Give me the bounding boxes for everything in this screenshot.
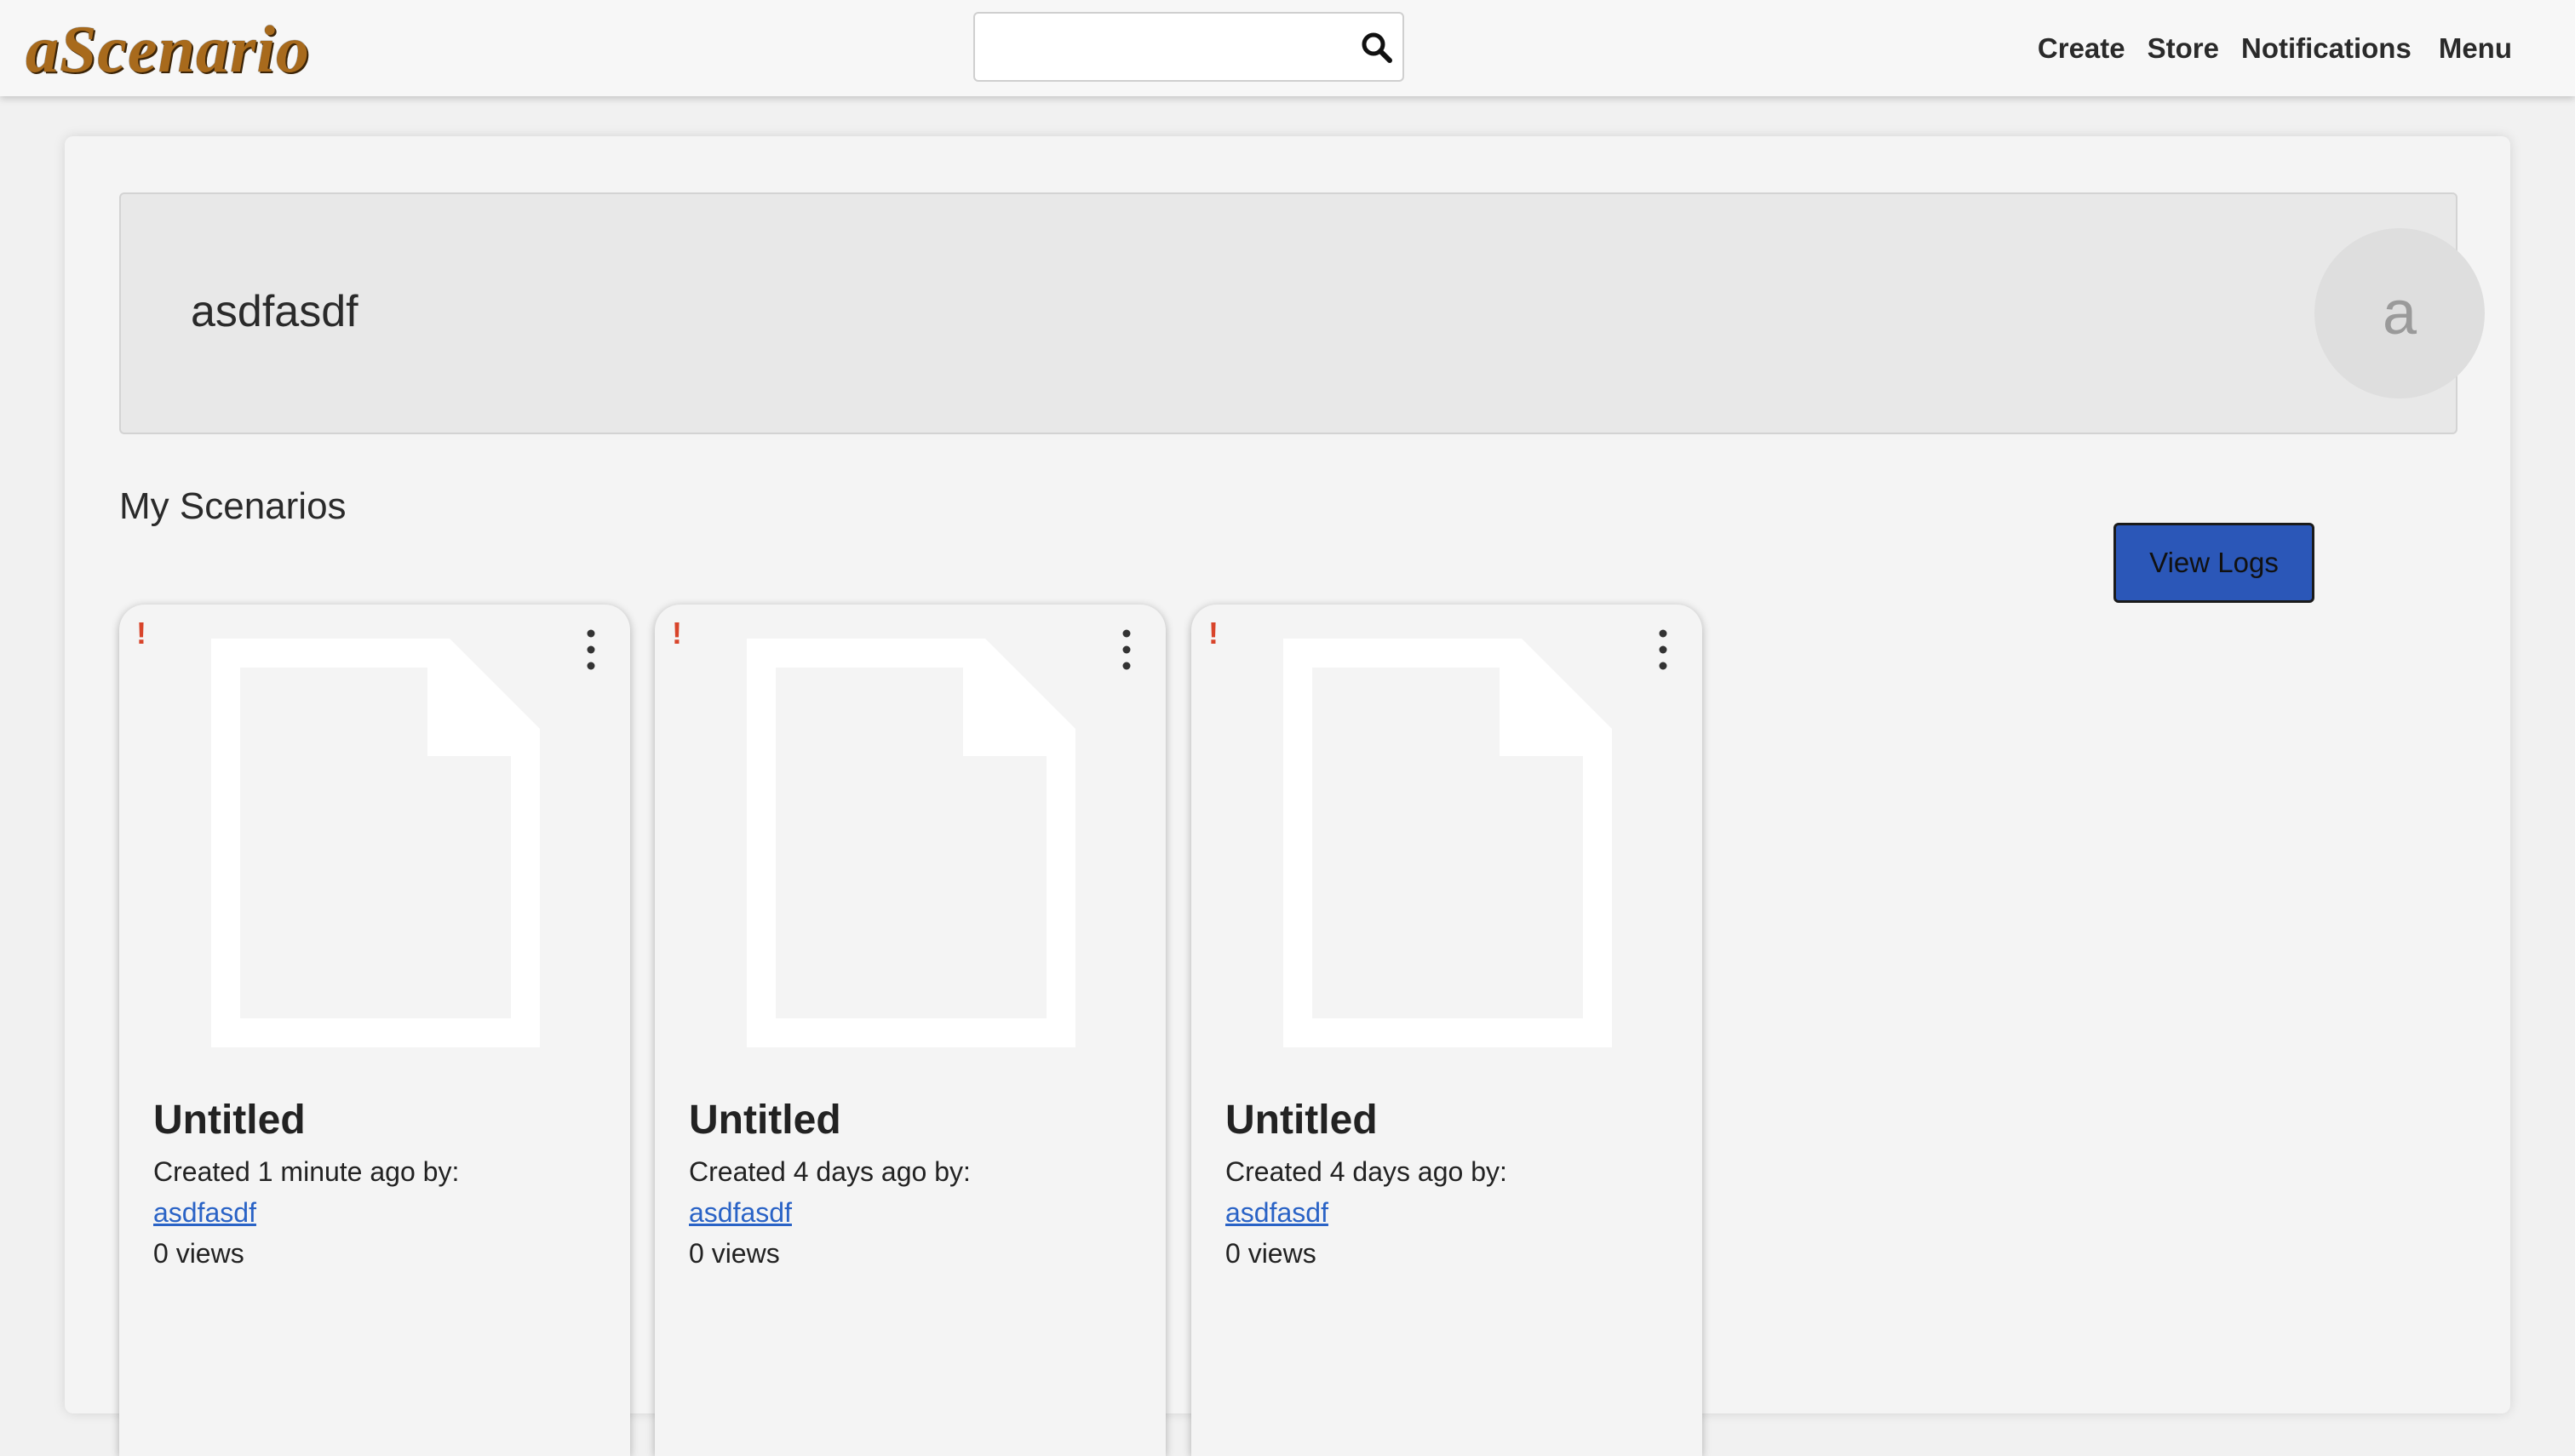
nav-create-link[interactable]: Create: [2038, 32, 2125, 65]
card-views: 0 views: [1225, 1238, 1316, 1269]
card-views: 0 views: [153, 1238, 244, 1269]
document-icon: [747, 639, 1075, 1047]
nav-store-link[interactable]: Store: [2148, 32, 2219, 65]
card-meta: Created 1 minute ago by: asdfasdf 0 view…: [153, 1151, 459, 1274]
card-created: Created 1 minute ago by:: [153, 1156, 460, 1187]
document-icon: [211, 639, 540, 1047]
view-logs-button[interactable]: View Logs: [2113, 523, 2314, 603]
card-title: Untitled: [689, 1098, 841, 1143]
exclamation-icon: !: [1208, 616, 1219, 651]
more-vertical-icon[interactable]: [1655, 628, 1672, 671]
exclamation-icon: !: [136, 616, 146, 651]
top-navbar: aScenario Create Store Notifications Men…: [0, 0, 2575, 96]
card-author-link[interactable]: asdfasdf: [1225, 1192, 1507, 1233]
app-logo[interactable]: aScenario: [26, 7, 310, 92]
card-title: Untitled: [1225, 1098, 1378, 1143]
card-title: Untitled: [153, 1098, 306, 1143]
card-created: Created 4 days ago by:: [689, 1156, 971, 1187]
section-title: My Scenarios: [119, 485, 347, 527]
document-icon: [1283, 639, 1612, 1047]
nav-notifications-link[interactable]: Notifications: [2241, 32, 2412, 65]
card-meta: Created 4 days ago by: asdfasdf 0 views: [1225, 1151, 1507, 1274]
scenario-card[interactable]: ! Untitled Created 4 days ago by: asdfas…: [1191, 605, 1702, 1456]
card-created: Created 4 days ago by:: [1225, 1156, 1507, 1187]
search-icon[interactable]: [1358, 29, 1396, 66]
profile-name: asdfasdf: [191, 287, 358, 336]
scenario-card[interactable]: ! Untitled Created 4 days ago by: asdfas…: [655, 605, 1166, 1456]
card-meta: Created 4 days ago by: asdfasdf 0 views: [689, 1151, 971, 1274]
profile-header: asdfasdf a: [119, 192, 2485, 434]
card-views: 0 views: [689, 1238, 780, 1269]
scenario-card[interactable]: ! Untitled Created 1 minute ago by: asdf…: [119, 605, 630, 1456]
more-vertical-icon[interactable]: [582, 628, 599, 671]
main-panel: asdfasdf a My Scenarios View Logs ! Unti…: [65, 136, 2510, 1456]
card-author-link[interactable]: asdfasdf: [153, 1192, 459, 1233]
search-input[interactable]: [982, 20, 1343, 75]
nav-menu-link[interactable]: Menu: [2439, 32, 2512, 65]
more-vertical-icon[interactable]: [1118, 628, 1135, 671]
avatar: a: [2314, 228, 2485, 398]
card-author-link[interactable]: asdfasdf: [689, 1192, 971, 1233]
exclamation-icon: !: [672, 616, 682, 651]
search-box: [973, 12, 1404, 82]
nav-links: Create Store Notifications Menu: [2016, 0, 2512, 96]
